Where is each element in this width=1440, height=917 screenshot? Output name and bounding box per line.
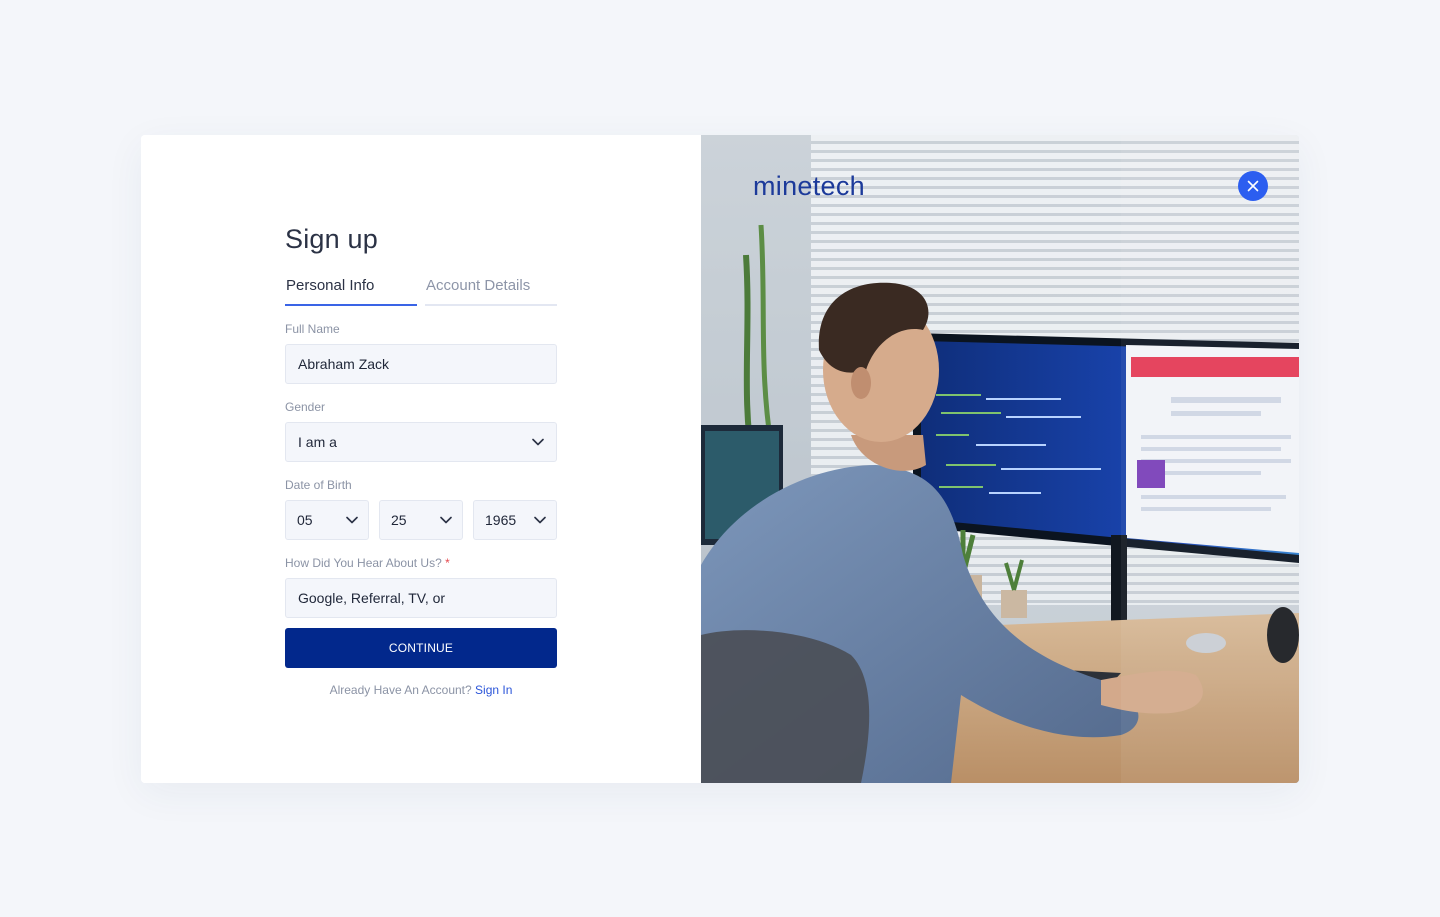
full-name-input[interactable] (298, 356, 544, 372)
dob-year-value: 1965 (485, 512, 517, 528)
dob-month-value: 05 (297, 512, 313, 528)
tab-account-details[interactable]: Account Details (425, 276, 557, 306)
gender-select-value: I am a (298, 434, 337, 450)
close-button[interactable] (1238, 171, 1268, 201)
hero-image-pane: minetech (701, 135, 1299, 783)
full-name-field-box (285, 344, 557, 384)
referral-label: How Did You Hear About Us? * (285, 556, 557, 570)
chevron-down-icon (440, 516, 452, 524)
dob-day-select[interactable]: 25 (379, 500, 463, 540)
signin-prompt: Already Have An Account? (329, 683, 472, 697)
dob-month-select[interactable]: 05 (285, 500, 369, 540)
chevron-down-icon (534, 516, 546, 524)
chevron-down-icon (532, 438, 544, 446)
signin-row: Already Have An Account? Sign In (285, 683, 557, 697)
tabs: Personal Info Account Details (285, 276, 557, 306)
brand-logo: minetech (753, 171, 865, 201)
full-name-label: Full Name (285, 322, 340, 336)
referral-label-text: How Did You Hear About Us? (285, 556, 442, 570)
gender-select[interactable]: I am a (285, 422, 557, 462)
dob-day-value: 25 (391, 512, 407, 528)
signup-modal: Sign up Personal Info Account Details Fu… (141, 135, 1299, 783)
signin-link[interactable]: Sign In (475, 683, 512, 697)
chevron-down-icon (346, 516, 358, 524)
page-title: Sign up (285, 224, 378, 254)
close-icon (1247, 180, 1259, 192)
continue-button[interactable]: CONTINUE (285, 628, 557, 668)
gender-label: Gender (285, 400, 326, 414)
dob-label: Date of Birth (285, 478, 352, 492)
form-pane: Sign up Personal Info Account Details Fu… (141, 135, 701, 783)
dob-year-select[interactable]: 1965 (473, 500, 557, 540)
referral-field-box (285, 578, 557, 618)
tab-personal-info[interactable]: Personal Info (285, 276, 417, 306)
signup-form: Sign up Personal Info Account Details Fu… (285, 223, 557, 697)
required-mark: * (445, 556, 450, 570)
dob-row: 05 25 1965 (285, 500, 557, 540)
office-photo (701, 135, 1299, 783)
referral-input[interactable] (298, 590, 544, 606)
